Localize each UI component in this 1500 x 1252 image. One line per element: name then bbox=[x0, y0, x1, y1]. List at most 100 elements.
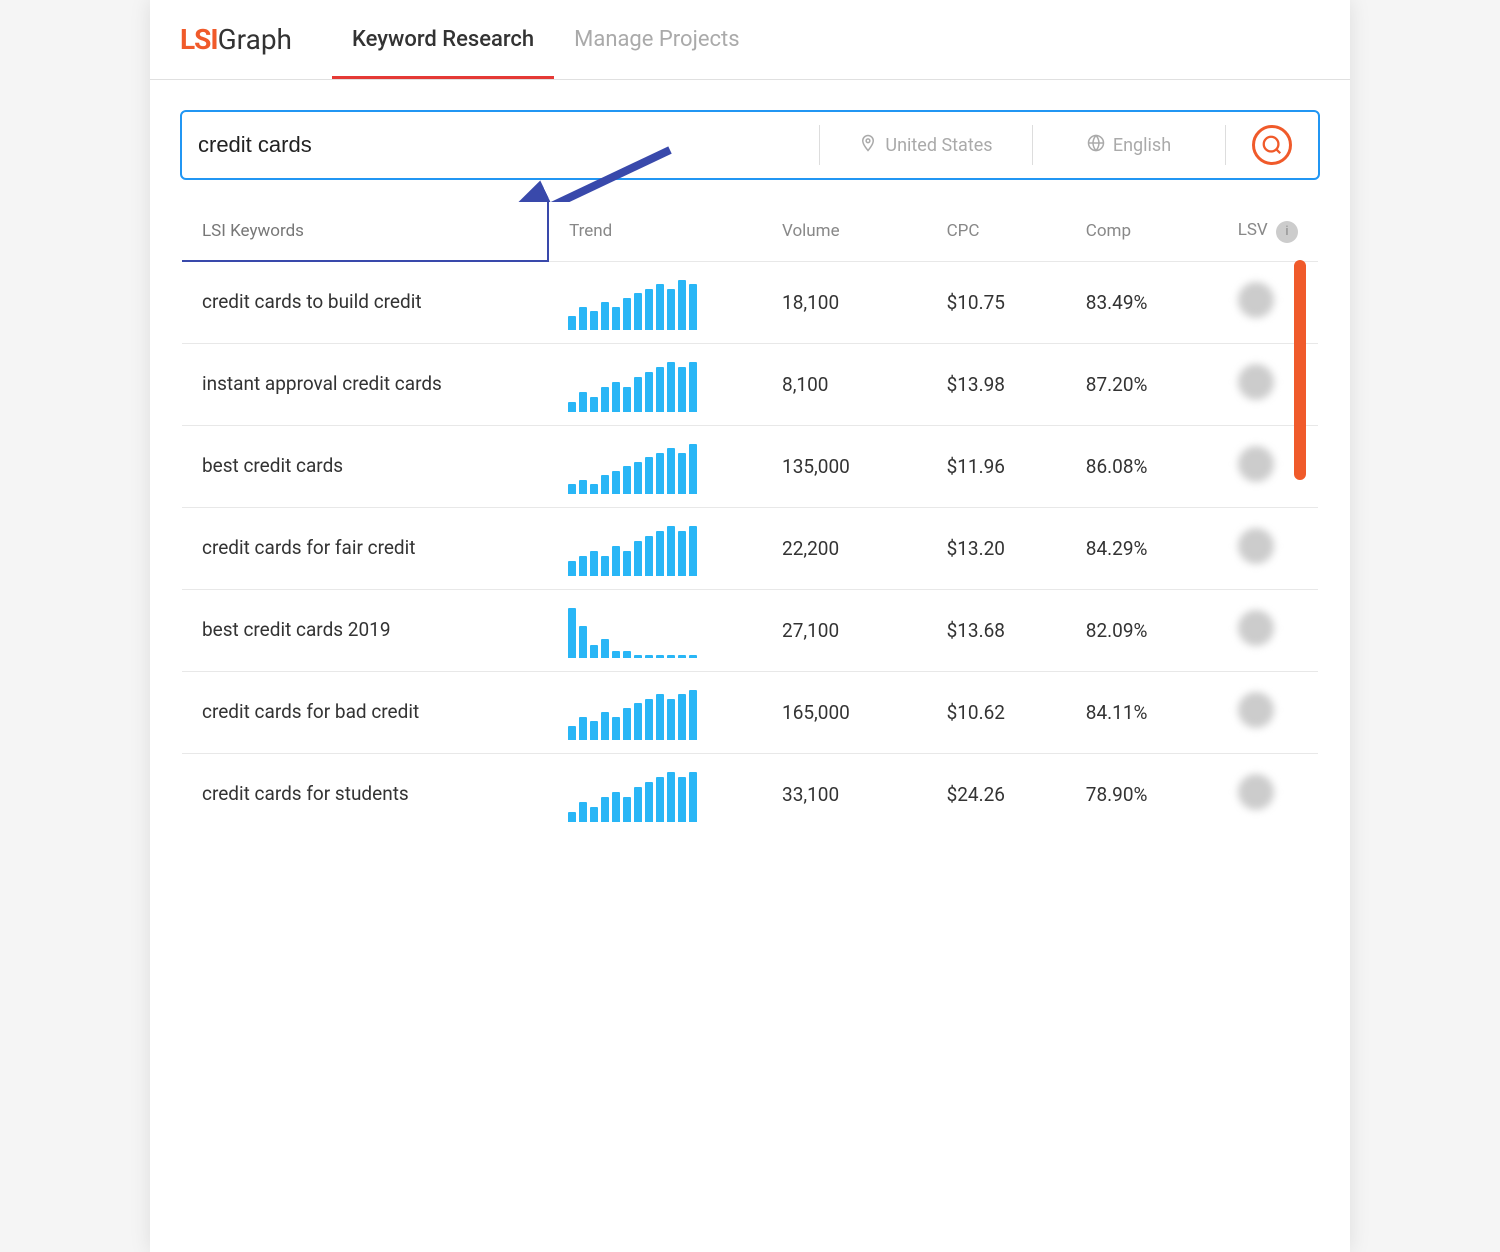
lsv-cell bbox=[1218, 589, 1319, 671]
bar bbox=[612, 307, 620, 330]
bar bbox=[579, 802, 587, 822]
bar bbox=[645, 372, 653, 412]
bar bbox=[601, 556, 609, 576]
trend-bars bbox=[568, 439, 742, 494]
lsv-info-icon[interactable]: i bbox=[1276, 221, 1298, 243]
cpc-cell: $10.75 bbox=[927, 261, 1066, 343]
bar bbox=[590, 807, 598, 822]
bar bbox=[590, 311, 598, 329]
table-row: credit cards for bad credit165,000$10.62… bbox=[181, 671, 1319, 753]
location-label: United States bbox=[885, 135, 992, 156]
bar bbox=[568, 608, 576, 658]
cpc-cell: $10.62 bbox=[927, 671, 1066, 753]
cpc-cell: $13.68 bbox=[927, 589, 1066, 671]
trend-bars bbox=[568, 603, 742, 658]
bar bbox=[645, 457, 653, 493]
bar bbox=[634, 377, 642, 412]
bar bbox=[590, 645, 598, 658]
table-row: credit cards for fair credit22,200$13.20… bbox=[181, 507, 1319, 589]
bar bbox=[656, 655, 664, 658]
table-row: best credit cards135,000$11.9686.08% bbox=[181, 425, 1319, 507]
bar bbox=[623, 466, 631, 493]
logo-graph: Graph bbox=[218, 23, 292, 56]
bar bbox=[678, 694, 686, 739]
bar bbox=[667, 772, 675, 822]
volume-cell: 18,100 bbox=[762, 261, 927, 343]
location-selector[interactable]: United States bbox=[836, 134, 1016, 157]
bar bbox=[667, 362, 675, 412]
trend-cell bbox=[548, 261, 762, 343]
search-input[interactable] bbox=[198, 132, 803, 158]
bar bbox=[568, 561, 576, 576]
trend-bars bbox=[568, 521, 742, 576]
bar bbox=[689, 444, 697, 494]
language-selector[interactable]: English bbox=[1049, 134, 1209, 157]
bar bbox=[678, 655, 686, 658]
table-row: instant approval credit cards8,100$13.98… bbox=[181, 343, 1319, 425]
comp-cell: 82.09% bbox=[1066, 589, 1218, 671]
navigation: LSI Graph Keyword Research Manage Projec… bbox=[150, 0, 1350, 80]
tab-manage-projects[interactable]: Manage Projects bbox=[554, 0, 759, 79]
bar bbox=[689, 526, 697, 576]
trend-cell bbox=[548, 589, 762, 671]
bar bbox=[590, 397, 598, 412]
bar bbox=[601, 797, 609, 822]
lsv-blur bbox=[1238, 282, 1274, 318]
bar bbox=[678, 367, 686, 412]
bar bbox=[656, 284, 664, 329]
bar bbox=[656, 531, 664, 576]
bar bbox=[568, 812, 576, 822]
bar bbox=[601, 302, 609, 329]
bar bbox=[634, 462, 642, 494]
search-submit-button[interactable] bbox=[1242, 125, 1302, 165]
col-header-keywords: LSI Keywords bbox=[181, 201, 548, 261]
table-header-row: LSI Keywords Trend Volume CPC Comp LSV i bbox=[181, 201, 1319, 261]
trend-bars bbox=[568, 357, 742, 412]
trend-cell bbox=[548, 343, 762, 425]
bar bbox=[579, 717, 587, 740]
comp-cell: 86.08% bbox=[1066, 425, 1218, 507]
bar bbox=[667, 526, 675, 576]
comp-cell: 84.29% bbox=[1066, 507, 1218, 589]
keyword-cell[interactable]: credit cards for students bbox=[181, 753, 548, 836]
scrollbar-indicator[interactable] bbox=[1294, 260, 1306, 480]
bar bbox=[678, 453, 686, 494]
bar bbox=[623, 298, 631, 330]
bar bbox=[634, 655, 642, 658]
bar bbox=[612, 792, 620, 822]
bar bbox=[612, 471, 620, 494]
bar bbox=[623, 551, 631, 576]
bar bbox=[579, 626, 587, 657]
logo-lsi: LSI bbox=[180, 23, 218, 56]
trend-bars bbox=[568, 685, 742, 740]
bar bbox=[634, 541, 642, 576]
cpc-cell: $24.26 bbox=[927, 753, 1066, 836]
keyword-cell[interactable]: credit cards to build credit bbox=[181, 261, 548, 343]
bar bbox=[689, 655, 697, 658]
keyword-cell[interactable]: credit cards for fair credit bbox=[181, 507, 548, 589]
table-row: credit cards for students33,100$24.2678.… bbox=[181, 753, 1319, 836]
keyword-cell[interactable]: best credit cards bbox=[181, 425, 548, 507]
tab-keyword-research[interactable]: Keyword Research bbox=[332, 0, 554, 79]
keyword-cell[interactable]: credit cards for bad credit bbox=[181, 671, 548, 753]
keyword-table: LSI Keywords Trend Volume CPC Comp LSV i… bbox=[180, 200, 1320, 837]
bar bbox=[656, 694, 664, 739]
table-section: LSI Keywords Trend Volume CPC Comp LSV i… bbox=[150, 200, 1350, 867]
trend-cell bbox=[548, 507, 762, 589]
keyword-cell[interactable]: best credit cards 2019 bbox=[181, 589, 548, 671]
col-header-lsv: LSV i bbox=[1218, 201, 1319, 261]
bar bbox=[623, 797, 631, 822]
logo: LSI Graph bbox=[180, 23, 292, 56]
lsv-cell bbox=[1218, 753, 1319, 836]
bar bbox=[645, 782, 653, 822]
submit-icon bbox=[1252, 125, 1292, 165]
col-header-cpc: CPC bbox=[927, 201, 1066, 261]
bar bbox=[568, 402, 576, 412]
search-section: United States English bbox=[150, 80, 1350, 200]
bar bbox=[612, 717, 620, 740]
volume-cell: 8,100 bbox=[762, 343, 927, 425]
bar bbox=[689, 772, 697, 822]
keyword-cell[interactable]: instant approval credit cards bbox=[181, 343, 548, 425]
bar bbox=[601, 387, 609, 412]
col-header-trend: Trend bbox=[548, 201, 762, 261]
